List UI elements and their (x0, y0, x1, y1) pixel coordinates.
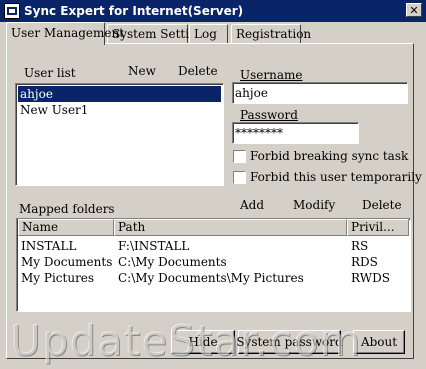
table-cell-privilege[interactable]: RDS (351, 254, 378, 270)
delete-folder-link[interactable]: Delete (362, 198, 402, 212)
forbid-sync-checkbox[interactable] (233, 150, 246, 163)
add-folder-link[interactable]: Add (240, 198, 264, 212)
list-item[interactable]: New User1 (18, 102, 221, 118)
table-cell-name[interactable]: My Documents (21, 254, 112, 270)
table-cell-privilege[interactable]: RWDS (351, 270, 390, 286)
system-password-button[interactable]: System password (236, 330, 343, 354)
user-list[interactable]: ahjoe New User1 (15, 83, 224, 186)
forbid-user-checkbox[interactable] (233, 171, 246, 184)
forbid-sync-label: Forbid breaking sync task (250, 149, 409, 163)
new-user-link[interactable]: New (128, 64, 156, 78)
table-cell-path[interactable]: C:\My Documents (118, 254, 227, 270)
title-bar: Sync Expert for Internet(Server) ✕ (0, 0, 426, 22)
window-title: Sync Expert for Internet(Server) (24, 4, 244, 18)
tab-user-management[interactable]: User Management (6, 22, 124, 45)
password-label: Password (240, 108, 298, 122)
username-field[interactable]: ahjoe (232, 82, 408, 104)
user-list-label: User list (24, 66, 76, 80)
table-cell-path[interactable]: F:\INSTALL (118, 238, 189, 254)
username-label: Username (240, 68, 303, 82)
about-button[interactable]: About (353, 330, 405, 354)
table-cell-name[interactable]: My Pictures (21, 270, 94, 286)
list-item[interactable]: ahjoe (18, 86, 221, 102)
modify-folder-link[interactable]: Modify (293, 198, 335, 212)
close-icon: ✕ (409, 3, 419, 17)
hide-button[interactable]: Hide (171, 330, 235, 354)
column-path[interactable]: Path (114, 219, 347, 236)
delete-user-link[interactable]: Delete (178, 64, 218, 78)
app-icon (4, 3, 20, 19)
close-button[interactable]: ✕ (406, 3, 422, 17)
mapped-folders-label: Mapped folders (19, 202, 115, 216)
column-name[interactable]: Name (18, 219, 114, 236)
column-privilege[interactable]: Privil... (347, 219, 409, 236)
table-cell-privilege[interactable]: RS (351, 238, 368, 254)
mapped-folders-table[interactable]: Name Path Privil... INSTALL F:\INSTALL R… (16, 218, 411, 312)
tab-log[interactable]: Log (189, 24, 228, 43)
tab-registration[interactable]: Registration (231, 24, 311, 43)
table-cell-path[interactable]: C:\My Documents\My Pictures (118, 270, 304, 286)
forbid-user-label: Forbid this user temporarily (250, 170, 422, 184)
password-field[interactable]: ******** (232, 122, 359, 144)
table-cell-name[interactable]: INSTALL (21, 238, 76, 254)
